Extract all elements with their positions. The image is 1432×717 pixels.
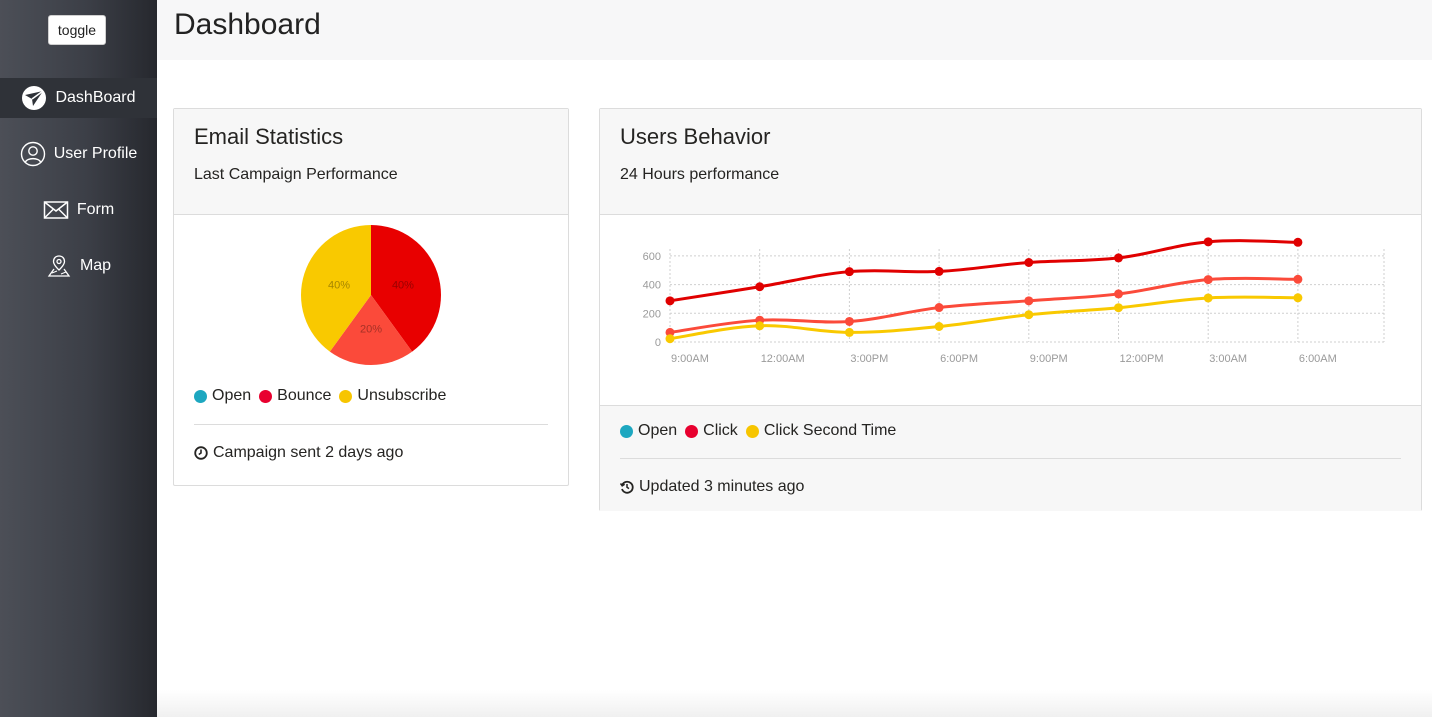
pie-slice-label: 40% xyxy=(328,280,350,292)
pie-slice-label: 40% xyxy=(392,280,414,292)
card-footer: Updated 3 minutes ago xyxy=(620,478,804,496)
legend-dot xyxy=(620,424,633,438)
x-tick-label: 3:00PM xyxy=(850,353,888,365)
card-subtitle: 24 Hours performance xyxy=(620,166,780,183)
data-point xyxy=(1024,258,1034,268)
legend-item-open: Open xyxy=(194,387,251,405)
card-footer: Campaign sent 2 days ago xyxy=(194,444,403,462)
y-tick-label: 0 xyxy=(655,337,661,349)
data-point xyxy=(1203,293,1213,303)
legend-dot xyxy=(685,424,699,438)
pie-chart: 40% 20% 40% xyxy=(301,225,441,365)
divider xyxy=(194,424,548,425)
legend-dot xyxy=(259,389,273,403)
data-point xyxy=(934,303,944,313)
y-tick-label: 400 xyxy=(643,280,661,292)
divider xyxy=(620,458,1401,459)
data-point xyxy=(665,296,675,306)
data-point xyxy=(1114,289,1123,299)
sidebar-item-user-profile[interactable]: User Profile xyxy=(0,134,157,174)
bottom-shade xyxy=(157,690,1432,717)
data-point xyxy=(1203,275,1213,285)
card-header: Email Statistics Last Campaign Performan… xyxy=(174,109,568,215)
top-header: Dashboard xyxy=(157,0,1432,60)
legend-label: Unsubscribe xyxy=(357,387,447,404)
sidebar-item-form[interactable]: Form xyxy=(0,190,157,230)
email-statistics-card: Email Statistics Last Campaign Performan… xyxy=(173,108,569,486)
legend-item-click: Click xyxy=(685,422,738,440)
legend-item-bounce: Bounce xyxy=(259,387,331,405)
y-tick-label: 200 xyxy=(643,308,661,320)
sidebar-item-label: Form xyxy=(76,201,115,218)
user-circle-icon xyxy=(20,141,46,167)
map-pin-icon xyxy=(46,253,72,279)
paper-plane-icon xyxy=(21,85,47,111)
y-tick-label: 600 xyxy=(643,251,661,263)
data-point xyxy=(1024,310,1034,320)
sidebar: toggle DashBoard User Profile Form Map xyxy=(0,0,157,717)
legend-label: Bounce xyxy=(277,387,332,404)
x-tick-label: 6:00AM xyxy=(1299,353,1337,365)
data-point xyxy=(844,267,854,277)
legend-label: Open xyxy=(638,422,678,439)
pie-slice-label: 20% xyxy=(360,324,382,336)
data-point xyxy=(665,334,675,344)
card-title: Email Statistics xyxy=(194,124,344,149)
legend-label: Click xyxy=(703,422,738,439)
card-header: Users Behavior 24 Hours performance xyxy=(600,109,1421,215)
sidebar-item-dashboard[interactable]: DashBoard xyxy=(0,78,157,118)
legend-dot xyxy=(194,389,207,403)
x-tick-label: 3:00AM xyxy=(1209,353,1247,365)
legend-item-click-second-time: Click Second Time xyxy=(745,422,897,440)
data-point xyxy=(1293,237,1303,247)
sidebar-item-map[interactable]: Map xyxy=(0,246,157,286)
envelope-icon xyxy=(43,197,69,223)
sidebar-item-label: Map xyxy=(79,257,112,274)
legend-label: Click Second Time xyxy=(763,422,897,439)
data-point xyxy=(934,322,944,332)
data-point xyxy=(844,316,854,326)
x-tick-label: 9:00PM xyxy=(1030,353,1068,365)
sidebar-item-label: DashBoard xyxy=(55,89,136,106)
line-chart: 0 200 400 600 9:00AM 12:00AM 3:00PM 6:00PM 9:00P… xyxy=(643,237,1385,365)
data-point xyxy=(755,321,765,331)
card-footer-area: Open Click Click Second Time Updated 3 m… xyxy=(600,405,1421,511)
series-line xyxy=(669,239,1298,303)
page-title: Dashboard xyxy=(174,8,321,41)
legend-dot xyxy=(339,389,353,403)
legend-item-open: Open xyxy=(620,422,677,440)
data-point xyxy=(1203,237,1213,247)
legend-dot xyxy=(745,424,759,438)
footer-text: Campaign sent 2 days ago xyxy=(213,444,404,461)
pie-legend: Open Bounce Unsubscribe xyxy=(194,387,454,405)
users-behavior-card: Users Behavior 24 Hours performance 0 200… xyxy=(599,108,1422,511)
x-tick-label: 6:00PM xyxy=(940,353,978,365)
history-icon xyxy=(620,480,634,494)
card-subtitle: Last Campaign Performance xyxy=(194,166,398,183)
sidebar-nav: DashBoard User Profile Form Map xyxy=(0,78,157,302)
data-point xyxy=(934,266,944,276)
toggle-button[interactable]: toggle xyxy=(48,15,106,45)
sidebar-item-label: User Profile xyxy=(53,145,138,162)
data-point xyxy=(844,327,854,337)
legend-label: Open xyxy=(212,387,252,404)
footer-text: Updated 3 minutes ago xyxy=(639,478,805,495)
card-title: Users Behavior xyxy=(620,124,771,149)
line-legend: Open Click Click Second Time xyxy=(620,422,904,440)
x-tick-label: 9:00AM xyxy=(671,353,709,365)
data-point xyxy=(1293,274,1303,284)
data-point xyxy=(1114,253,1123,263)
x-tick-label: 12:00PM xyxy=(1120,353,1164,365)
data-point xyxy=(755,282,765,292)
data-point xyxy=(1114,303,1123,313)
legend-item-unsubscribe: Unsubscribe xyxy=(339,387,446,405)
data-point xyxy=(1293,293,1303,303)
clock-icon xyxy=(194,446,208,460)
data-point xyxy=(1024,296,1034,306)
x-tick-label: 12:00AM xyxy=(761,353,805,365)
